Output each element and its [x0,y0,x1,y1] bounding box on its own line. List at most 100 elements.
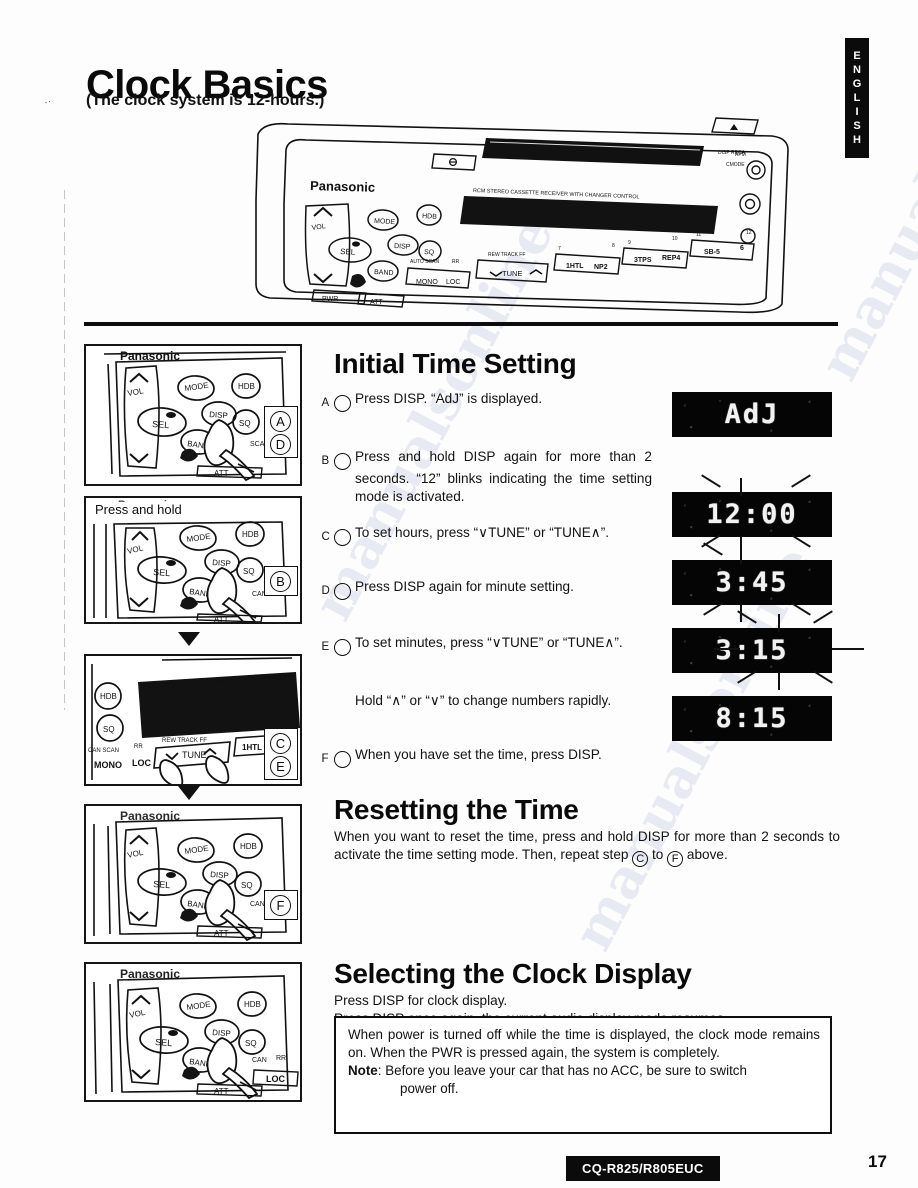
blink-indicator-line [740,478,742,496]
step-b-text: Press and hold DISP again for more than … [355,449,652,504]
svg-text:HDB: HDB [240,842,257,851]
step-badge-d: D [270,434,291,455]
lcd-value-315: 3:15 [715,635,789,666]
svg-text:1HTL: 1HTL [242,743,262,752]
step-badge-b: B [270,571,291,592]
step-c-text: To set hours, press “∨TUNE” or “TUNE∧”. [355,525,610,540]
svg-text:LOC: LOC [446,279,460,286]
unit-brand-label: Panasonic [310,178,375,195]
svg-text:LOC: LOC [132,758,151,768]
svg-text:DISP RECA: DISP RECA [718,150,746,156]
language-tab-english: E N G L I S H [845,38,869,158]
svg-text:MONO: MONO [94,760,122,770]
step-badge-c: C [270,733,291,754]
step-e-text: To set minutes, press “∨TUNE” or “TUNE∧”… [355,635,623,650]
car-stereo-unit-illustration: Panasonic RCM STEREO CASSETTE RECEIVER W… [248,108,796,316]
language-tab-letter: E [853,50,861,62]
step-badge-a: A [270,411,291,432]
step-b: B Press and hold DISP again for more than… [322,448,653,505]
svg-text:12: 12 [746,230,752,236]
svg-text:RR: RR [276,1055,286,1062]
blink-indicator-line [740,546,742,564]
page-number: 17 [868,1152,887,1171]
svg-text:SQ: SQ [245,1039,257,1048]
svg-text:HDB: HDB [242,530,259,539]
illustration-panel-disp-final: Panasonic VOL SEL MODE DISP BAND HDB SQ … [84,804,302,944]
lcd-value-345: 3:45 [715,567,789,598]
flow-arrow-down-icon [178,786,200,800]
svg-text:HDB: HDB [422,213,437,221]
step-badge-f: F [270,895,291,916]
svg-text:CAN: CAN [250,901,265,908]
svg-text:SQ: SQ [103,725,115,734]
svg-text:ATT: ATT [214,1087,229,1096]
svg-text:BAND: BAND [374,269,394,277]
svg-text:DISP: DISP [212,1028,231,1038]
svg-text:CMODE: CMODE [726,162,745,168]
step-letter-c: C [322,529,351,547]
svg-text:Panasonic: Panasonic [120,349,180,363]
svg-text:SEL: SEL [340,247,356,257]
svg-text:SQ: SQ [239,419,251,428]
svg-text:REP4: REP4 [662,255,680,262]
svg-text:ATT: ATT [370,299,383,306]
lcd-display-315: 3:15 [672,628,832,673]
model-number-tag: CQ-R825/R805EUC [566,1156,720,1181]
svg-text:SEL: SEL [155,1037,173,1048]
step-e-note: Hold “∧” or “∨” to change numbers rapidl… [355,693,612,708]
language-tab-letter: L [853,92,861,104]
svg-text:TUNE: TUNE [182,750,207,760]
heading-resetting-the-time: Resetting the Time [334,794,579,825]
note-box-body: When power is turned off while the time … [348,1027,820,1060]
blink-indicator-slash [813,610,833,624]
svg-text:RR: RR [134,744,143,750]
note-text: : Before you leave your car that has no … [377,1063,747,1078]
svg-text:6: 6 [740,245,744,252]
inline-step-letter-c: C [632,851,649,868]
svg-text:AUTO SCAN: AUTO SCAN [410,259,439,265]
svg-text:CAN: CAN [252,1057,267,1064]
language-tab-letter: I [855,106,859,118]
section-divider-rule [84,322,838,326]
blink-indicator-arrow [832,648,864,650]
illustration-panel-clock-display: Panasonic VOL SEL MODE DISP BAND HDB SQ … [84,962,302,1102]
manual-page: manualsonline manualsonline manualsonlin… [0,0,918,1188]
svg-text:9: 9 [628,240,631,246]
svg-text:SQ: SQ [424,249,435,257]
step-a-text: Press DISP. “AdJ” is displayed. [355,391,543,406]
svg-text:ATT: ATT [214,615,229,622]
svg-text:HDB: HDB [100,692,117,701]
note-box: When power is turned off while the time … [334,1016,832,1134]
svg-text:SEL: SEL [152,419,170,430]
blink-indicator-slash [703,542,723,556]
resetting-body-mid: to [652,846,664,862]
svg-text:1HTL: 1HTL [566,263,584,270]
svg-text:REW TRACK FF: REW TRACK FF [162,738,207,744]
svg-text:RR: RR [452,259,460,265]
svg-text:TUNE: TUNE [502,269,522,278]
language-tab-letter: N [853,64,861,76]
svg-text:REW TRACK FF: REW TRACK FF [488,252,525,258]
step-badge-e: E [270,756,291,777]
scan-edge-artifact [64,190,65,710]
heading-initial-time-setting: Initial Time Setting [334,348,577,379]
note-text-cont: power off. [400,1081,459,1096]
svg-text:HDB: HDB [238,382,255,391]
language-tab-letter: H [853,134,861,146]
svg-text:3TPS: 3TPS [634,257,652,264]
lcd-value-1200: 12:00 [706,499,798,530]
svg-text:HDB: HDB [244,1000,261,1009]
svg-text:MONO: MONO [416,279,438,286]
lcd-value-815: 8:15 [715,703,789,734]
svg-text:7: 7 [558,246,561,252]
flow-arrow-down-icon [178,632,200,646]
step-c: C To set hours, press “∨TUNE” or “TUNE∧”. [322,524,652,547]
svg-text:DISP: DISP [212,558,231,568]
svg-text:SEL: SEL [153,879,171,890]
selecting-clock-display-line1: Press DISP for clock display. [334,993,508,1008]
blink-indicator-slash [701,474,721,488]
heading-selecting-the-clock-display: Selecting the Clock Display [334,958,692,989]
svg-text:CAN SCAN: CAN SCAN [88,748,119,754]
svg-text:ATT: ATT [214,469,229,478]
illustration-panel-press-and-hold: Press and hold Panasonic VOL SEL [84,496,302,624]
